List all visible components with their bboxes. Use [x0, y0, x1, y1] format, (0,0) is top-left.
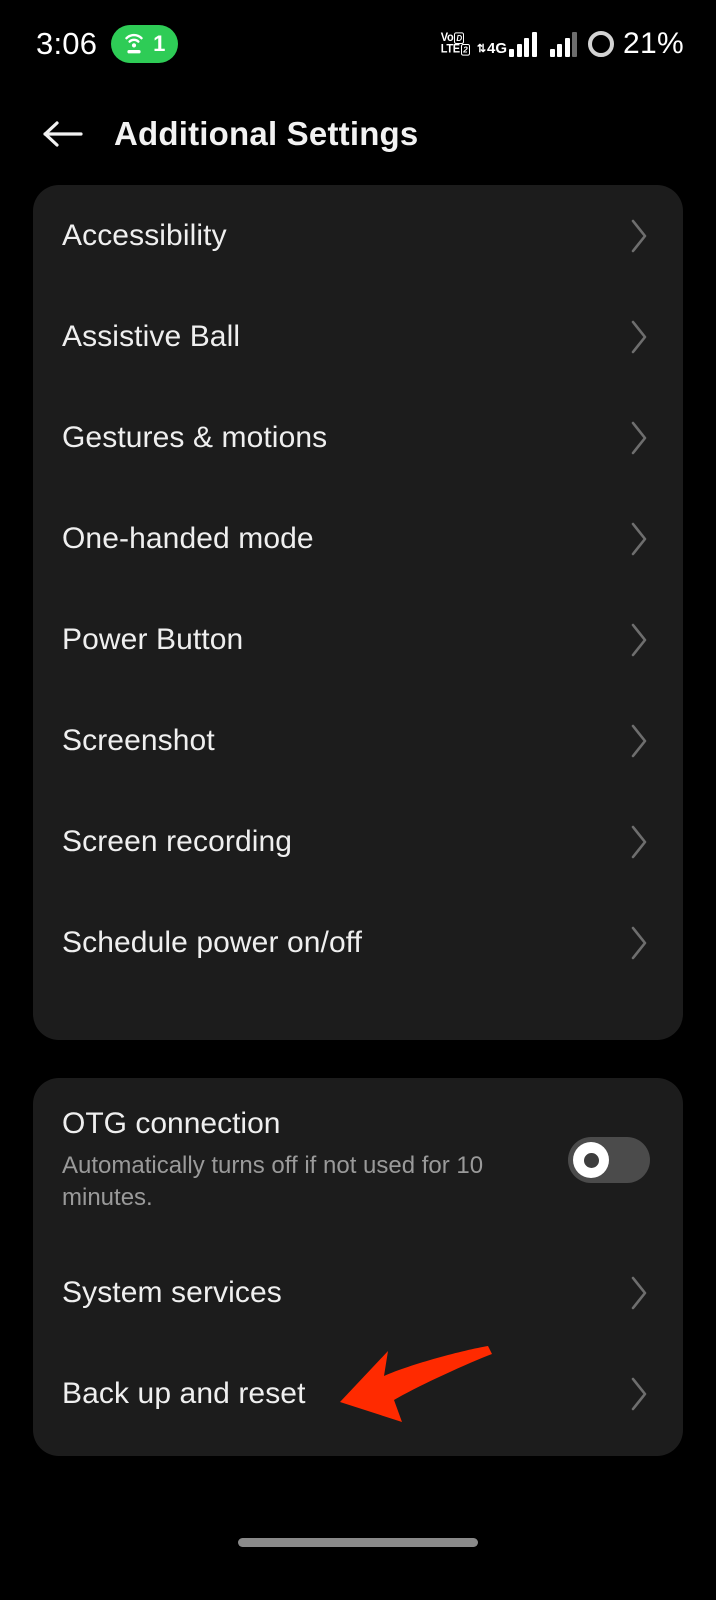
hotspot-count: 1 — [153, 31, 166, 56]
chevron-right-icon — [631, 1377, 647, 1410]
signal-bars-sim1 — [509, 31, 537, 57]
status-bar: 3:06 1 Vo D LTE 2 ⇅ 4G 21% — [0, 0, 716, 88]
otg-texts: OTG connection Automatically turns off i… — [62, 1107, 532, 1214]
row-assistive-ball[interactable]: Assistive Ball — [33, 286, 683, 387]
chevron-right-icon — [631, 320, 647, 353]
chevron-right-icon — [631, 522, 647, 555]
otg-toggle-switch[interactable] — [568, 1137, 650, 1183]
row-label: Screenshot — [62, 723, 215, 757]
status-bar-right: Vo D LTE 2 ⇅ 4G 21% — [441, 27, 684, 61]
settings-card-main: Accessibility Assistive Ball Gestures & … — [33, 185, 683, 1040]
battery-percent: 21% — [623, 27, 684, 60]
chevron-right-icon — [631, 825, 647, 858]
row-label: Schedule power on/off — [62, 925, 363, 959]
chevron-right-icon — [631, 724, 647, 757]
otg-subtitle: Automatically turns off if not used for … — [62, 1151, 484, 1211]
status-clock: 3:06 — [36, 26, 98, 61]
row-accessibility[interactable]: Accessibility — [33, 185, 683, 286]
app-bar: Additional Settings — [0, 88, 716, 180]
hotspot-badge[interactable]: 1 — [111, 25, 179, 63]
row-label: Assistive Ball — [62, 319, 241, 353]
row-label: System services — [62, 1275, 282, 1309]
row-label: Screen recording — [62, 824, 293, 858]
row-label: Back up and reset — [62, 1376, 306, 1410]
hotspot-icon — [125, 33, 143, 54]
row-power-button[interactable]: Power Button — [33, 589, 683, 690]
volte-icon: Vo D LTE 2 — [440, 32, 470, 56]
row-screen-recording[interactable]: Screen recording — [33, 791, 683, 892]
page-title: Additional Settings — [114, 115, 419, 152]
chevron-right-icon — [631, 926, 647, 959]
row-schedule-power[interactable]: Schedule power on/off — [33, 892, 683, 993]
home-indicator[interactable] — [238, 1538, 478, 1547]
row-gestures-motions[interactable]: Gestures & motions — [33, 387, 683, 488]
annotation-arrow-icon — [340, 1346, 492, 1422]
row-label: One-handed mode — [62, 521, 314, 555]
row-screenshot[interactable]: Screenshot — [33, 690, 683, 791]
row-one-handed-mode[interactable]: One-handed mode — [33, 488, 683, 589]
back-arrow-icon[interactable] — [40, 111, 86, 157]
network-type-label: ⇅ 4G — [477, 40, 507, 57]
network-type-text: 4G — [487, 40, 508, 57]
phone-screen: 3:06 1 Vo D LTE 2 ⇅ 4G 21% Additional Se… — [0, 0, 716, 1600]
signal-bars-sim2 — [549, 31, 578, 57]
volte-sim-2: 2 — [460, 44, 470, 56]
chevron-right-icon — [631, 421, 647, 454]
row-label: Power Button — [62, 622, 244, 656]
status-bar-left: 3:06 1 — [36, 25, 179, 63]
volte-line2: LTE — [440, 42, 460, 56]
row-system-services[interactable]: System services — [33, 1242, 683, 1343]
row-label: Gestures & motions — [62, 420, 328, 454]
toggle-knob — [573, 1142, 609, 1178]
chevron-right-icon — [631, 1276, 647, 1309]
row-otg-connection[interactable]: OTG connection Automatically turns off i… — [33, 1078, 683, 1242]
chevron-right-icon — [631, 623, 647, 656]
data-updown-icon: ⇅ — [476, 42, 487, 55]
battery-ring-icon — [588, 31, 615, 57]
network-indicator: ⇅ 4G — [477, 31, 537, 57]
otg-title: OTG connection — [62, 1106, 281, 1140]
chevron-right-icon — [631, 219, 647, 252]
row-label: Accessibility — [62, 218, 227, 252]
